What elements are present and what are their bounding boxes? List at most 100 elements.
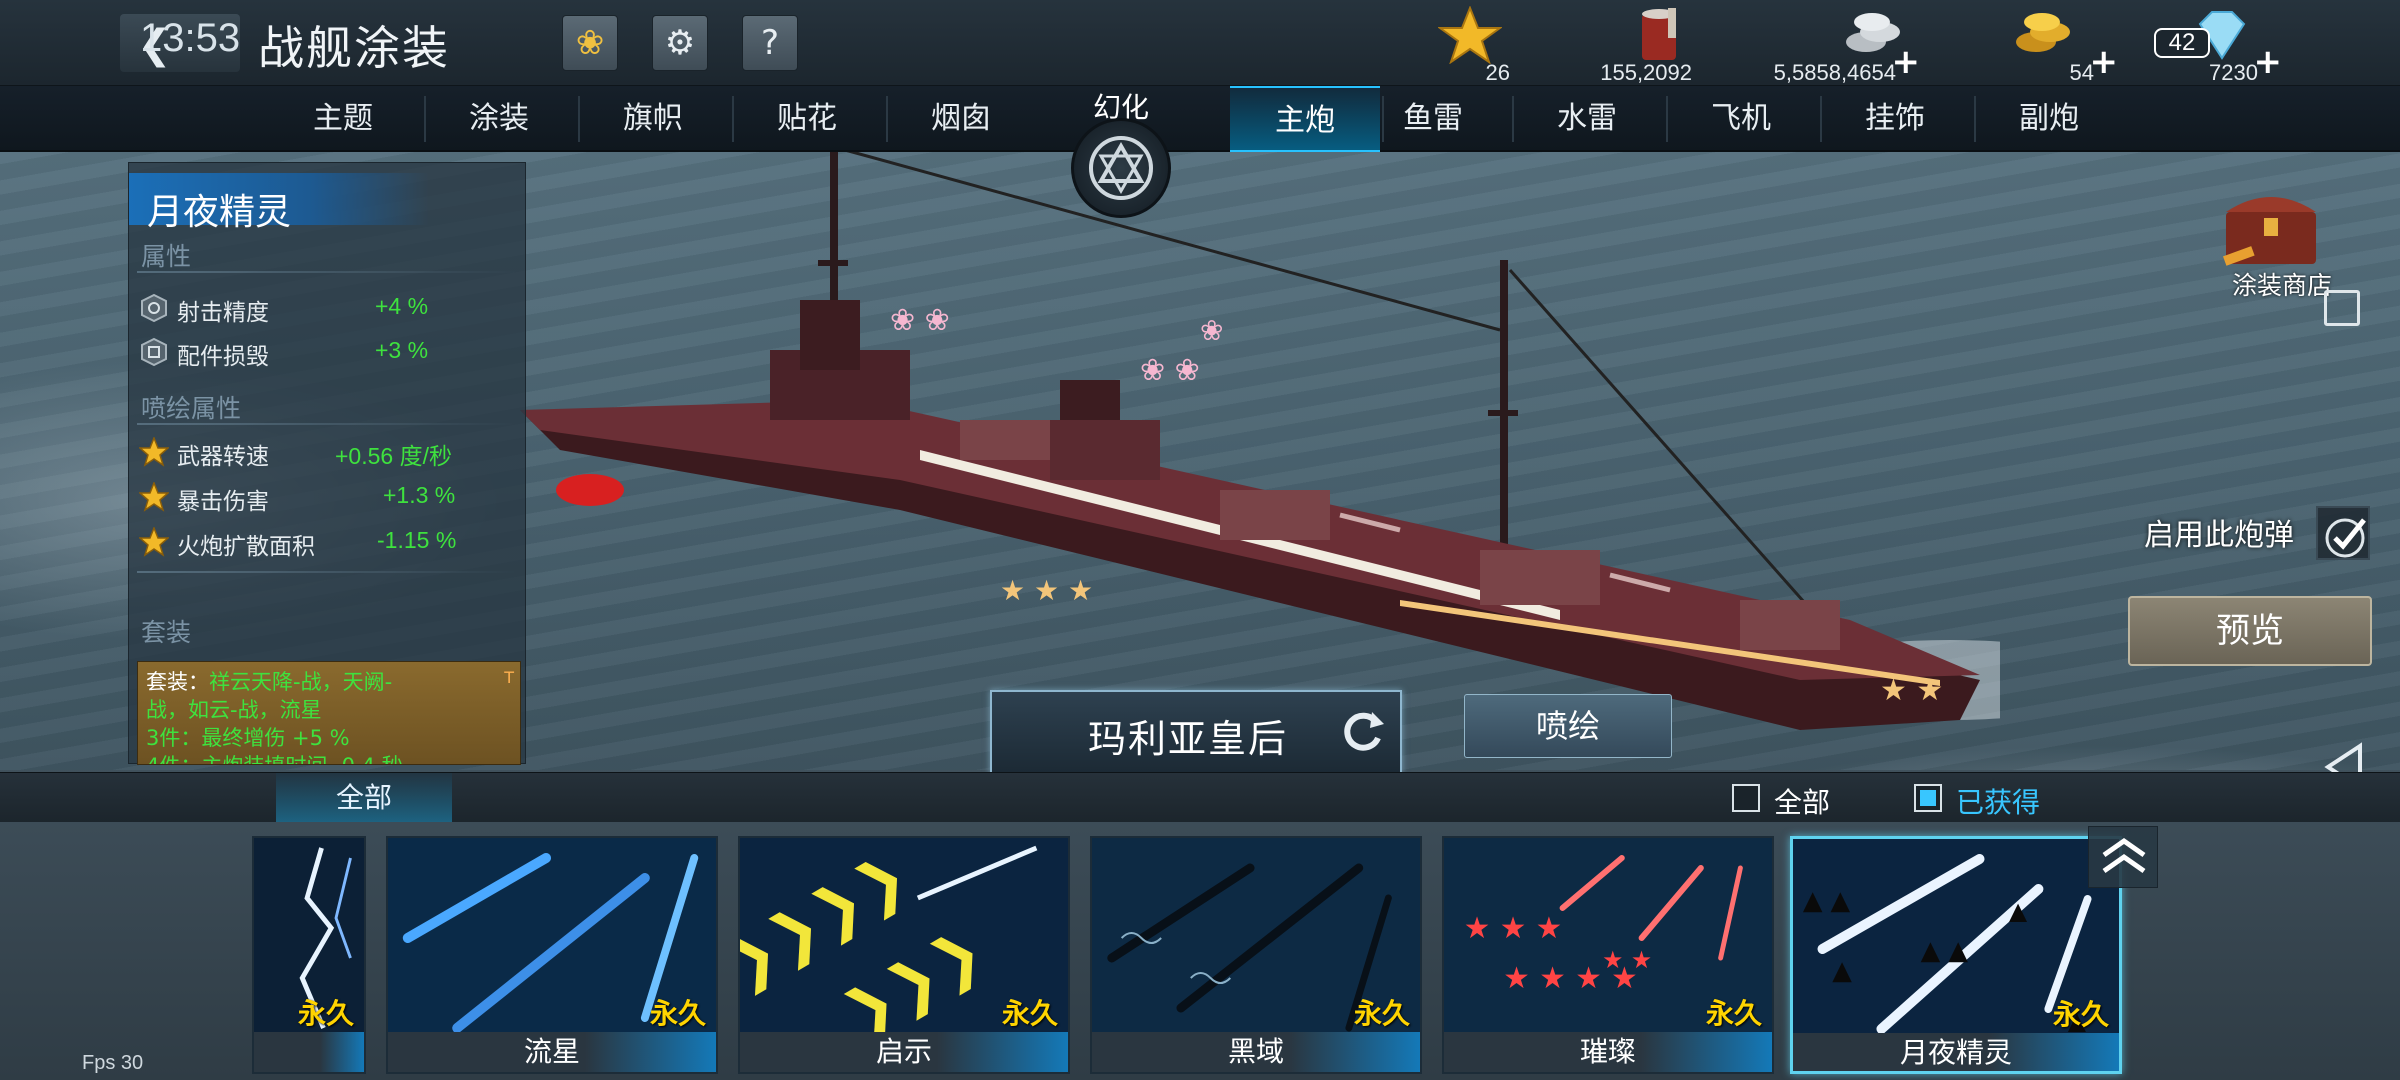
skin-card-selected[interactable]: ▲ ▲ ▲ ▲ ▲ ▲ ▲ 永久 月夜精灵 — [1790, 836, 2122, 1074]
silver-count: 5,5858,4654 — [1773, 60, 1896, 85]
svg-text:▲ ▲: ▲ ▲ — [1921, 936, 1969, 966]
skin-card[interactable]: 永久 — [252, 836, 366, 1074]
triangle-emblem-icon — [1089, 136, 1153, 200]
star-icon — [139, 437, 169, 467]
tab-decal[interactable]: 贴花 — [732, 86, 882, 152]
attr-row: 射击精度 +4 % — [137, 289, 517, 329]
enable-shell-checkbox[interactable] — [2316, 506, 2370, 560]
spray-button[interactable]: 喷绘 — [1464, 694, 1672, 758]
skin-card-label: 启示 — [740, 1032, 1068, 1072]
add-gold-icon[interactable]: + — [2090, 42, 2119, 82]
category-tab-bar: 主题 涂装 旗帜 贴花 烟囱 主炮 鱼雷 水雷 飞机 挂饰 副炮 — [0, 86, 2400, 152]
set-tag: T — [504, 668, 514, 687]
hexagon-target-icon — [141, 293, 167, 323]
stars-count: 26 — [1485, 60, 1510, 85]
spray-name: 武器转速 — [177, 444, 269, 470]
star-icon — [139, 482, 169, 512]
tab-paint[interactable]: 涂装 — [424, 86, 574, 152]
transform-button[interactable]: 幻化 — [1066, 80, 1176, 218]
tab-secondary-gun[interactable]: 副炮 — [1974, 86, 2124, 152]
double-chevron-up-icon — [2102, 837, 2146, 874]
skin-card-label: 黑域 — [1092, 1032, 1420, 1072]
tab-funnel[interactable]: 烟囱 — [886, 86, 1036, 152]
section-title-spray: 喷绘属性 — [141, 394, 242, 423]
diamond-badge: 42 — [2154, 28, 2210, 58]
skin-card[interactable]: ❯❯❯❯ ❯❯❯ 永久 启示 — [738, 836, 1070, 1074]
paint-shop-button[interactable]: 涂装商店 — [2210, 182, 2360, 300]
divider — [137, 271, 517, 273]
spray-row: 火炮扩散面积 -1.15 % — [137, 523, 517, 563]
paint-count: 155,2092 — [1600, 60, 1692, 85]
skin-card-label: 月夜精灵 — [1793, 1033, 2119, 1071]
attr-value: +4 % — [375, 293, 429, 319]
skin-name: 月夜精灵 — [147, 192, 292, 233]
svg-text:▲: ▲ — [1832, 956, 1852, 986]
tab-flag[interactable]: 旗帜 — [578, 86, 728, 152]
resource-silver[interactable]: 5,5858,4654 + — [1770, 6, 1921, 85]
status-clock: 13:53 — [140, 16, 241, 60]
svg-text:★ ★: ★ ★ — [1602, 946, 1652, 974]
gold-coins-icon — [2016, 13, 2070, 52]
skin-card[interactable]: 永久 黑域 — [1090, 836, 1422, 1074]
tab-theme[interactable]: 主题 — [268, 86, 418, 152]
enable-shell-label: 启用此炮弹 — [2144, 518, 2294, 553]
page-title: 战舰涂装 — [258, 21, 450, 75]
spray-row: 武器转速 +0.56 度/秒 — [137, 433, 517, 473]
tab-all[interactable]: 全部 — [276, 773, 452, 823]
attribute-panel: 月夜精灵 属性 射击精度 +4 % 配件损毁 +3 % 喷绘属性 武器转速 +0… — [128, 162, 526, 765]
svg-text:❀ ❀: ❀ ❀ — [1140, 353, 1200, 388]
ship-name-plate: 玛利亚皇后 — [990, 690, 1402, 774]
checkbox-all-label: 全部 — [1774, 786, 1831, 819]
treasure-chest-icon — [2223, 197, 2316, 266]
spray-value: +1.3 % — [383, 482, 456, 508]
settings-button[interactable]: ⚙ — [652, 15, 708, 71]
add-diamond-icon[interactable]: + — [2254, 42, 2283, 82]
skin-card-label — [254, 1032, 364, 1072]
spray-name: 暴击伤害 — [177, 489, 269, 515]
resource-gold[interactable]: 54 + — [2000, 6, 2119, 85]
star-icon — [1438, 6, 1502, 64]
check-circle-icon — [2325, 518, 2366, 558]
svg-text:▲: ▲ — [2009, 897, 2028, 925]
permanent-badge: 永久 — [297, 997, 354, 1030]
tab-ornament[interactable]: 挂饰 — [1820, 86, 1970, 152]
ship-name: 玛利亚皇后 — [1088, 717, 1289, 761]
spray-value: +0.56 度/秒 — [335, 443, 452, 469]
checkbox-all[interactable] — [1732, 784, 1760, 812]
gear-icon: ⚙ — [664, 23, 696, 63]
svg-text:❀: ❀ — [1200, 314, 1223, 347]
resource-stars: 26 — [1430, 6, 1510, 85]
permanent-badge: 永久 — [1353, 997, 1410, 1030]
skin-card[interactable]: 永久 流星 — [386, 836, 718, 1074]
switch-ship-button[interactable] — [1336, 706, 1390, 760]
svg-text:★ ★ ★: ★ ★ ★ — [1000, 574, 1093, 607]
attr-name: 配件损毁 — [177, 344, 269, 370]
permanent-badge: 永久 — [1001, 997, 1058, 1030]
tab-mine[interactable]: 水雷 — [1512, 86, 1662, 152]
permanent-badge: 永久 — [1705, 997, 1762, 1030]
preview-button[interactable]: 预览 — [2128, 596, 2372, 666]
set-bonus-box: T 套装：祥云天降-战，天阙- 战，如云-战，流星 3件：最终增伤 +5 % 4… — [137, 661, 521, 765]
attr-row: 配件损毁 +3 % — [137, 333, 517, 373]
diamond-count: 7230 — [2209, 60, 2258, 85]
fps-counter: Fps 30 — [82, 1052, 144, 1074]
resource-diamonds[interactable]: 42 7230 + — [2150, 6, 2283, 85]
add-silver-icon[interactable]: + — [1892, 42, 1921, 82]
set-items: 祥云天降-战，天阙- — [209, 670, 393, 694]
tab-aircraft[interactable]: 飞机 — [1666, 86, 1816, 152]
help-button[interactable]: ? — [742, 15, 798, 71]
tab-torpedo[interactable]: 鱼雷 — [1358, 86, 1508, 152]
svg-text:★ ★ ★: ★ ★ ★ — [1464, 911, 1562, 946]
collapse-button[interactable] — [2088, 826, 2158, 888]
section-title-set: 套装 — [141, 618, 192, 647]
skin-card[interactable]: ★ ★ ★ ★ ★ ★ ★ ★ ★ 永久 璀璨 — [1442, 836, 1774, 1074]
system-overview-icon[interactable] — [2324, 290, 2360, 326]
celebration-button[interactable]: ❀ — [562, 15, 618, 71]
attr-name: 射击精度 — [177, 300, 269, 326]
checkbox-obtained-label: 已获得 — [1956, 786, 2041, 819]
skin-name-bar: 月夜精灵 — [129, 173, 429, 233]
checkbox-obtained[interactable] — [1914, 784, 1942, 812]
paint-bucket-icon — [1642, 8, 1676, 60]
spray-value: -1.15 % — [377, 527, 457, 553]
set-line: 战，如云-战，流星 — [146, 698, 322, 722]
